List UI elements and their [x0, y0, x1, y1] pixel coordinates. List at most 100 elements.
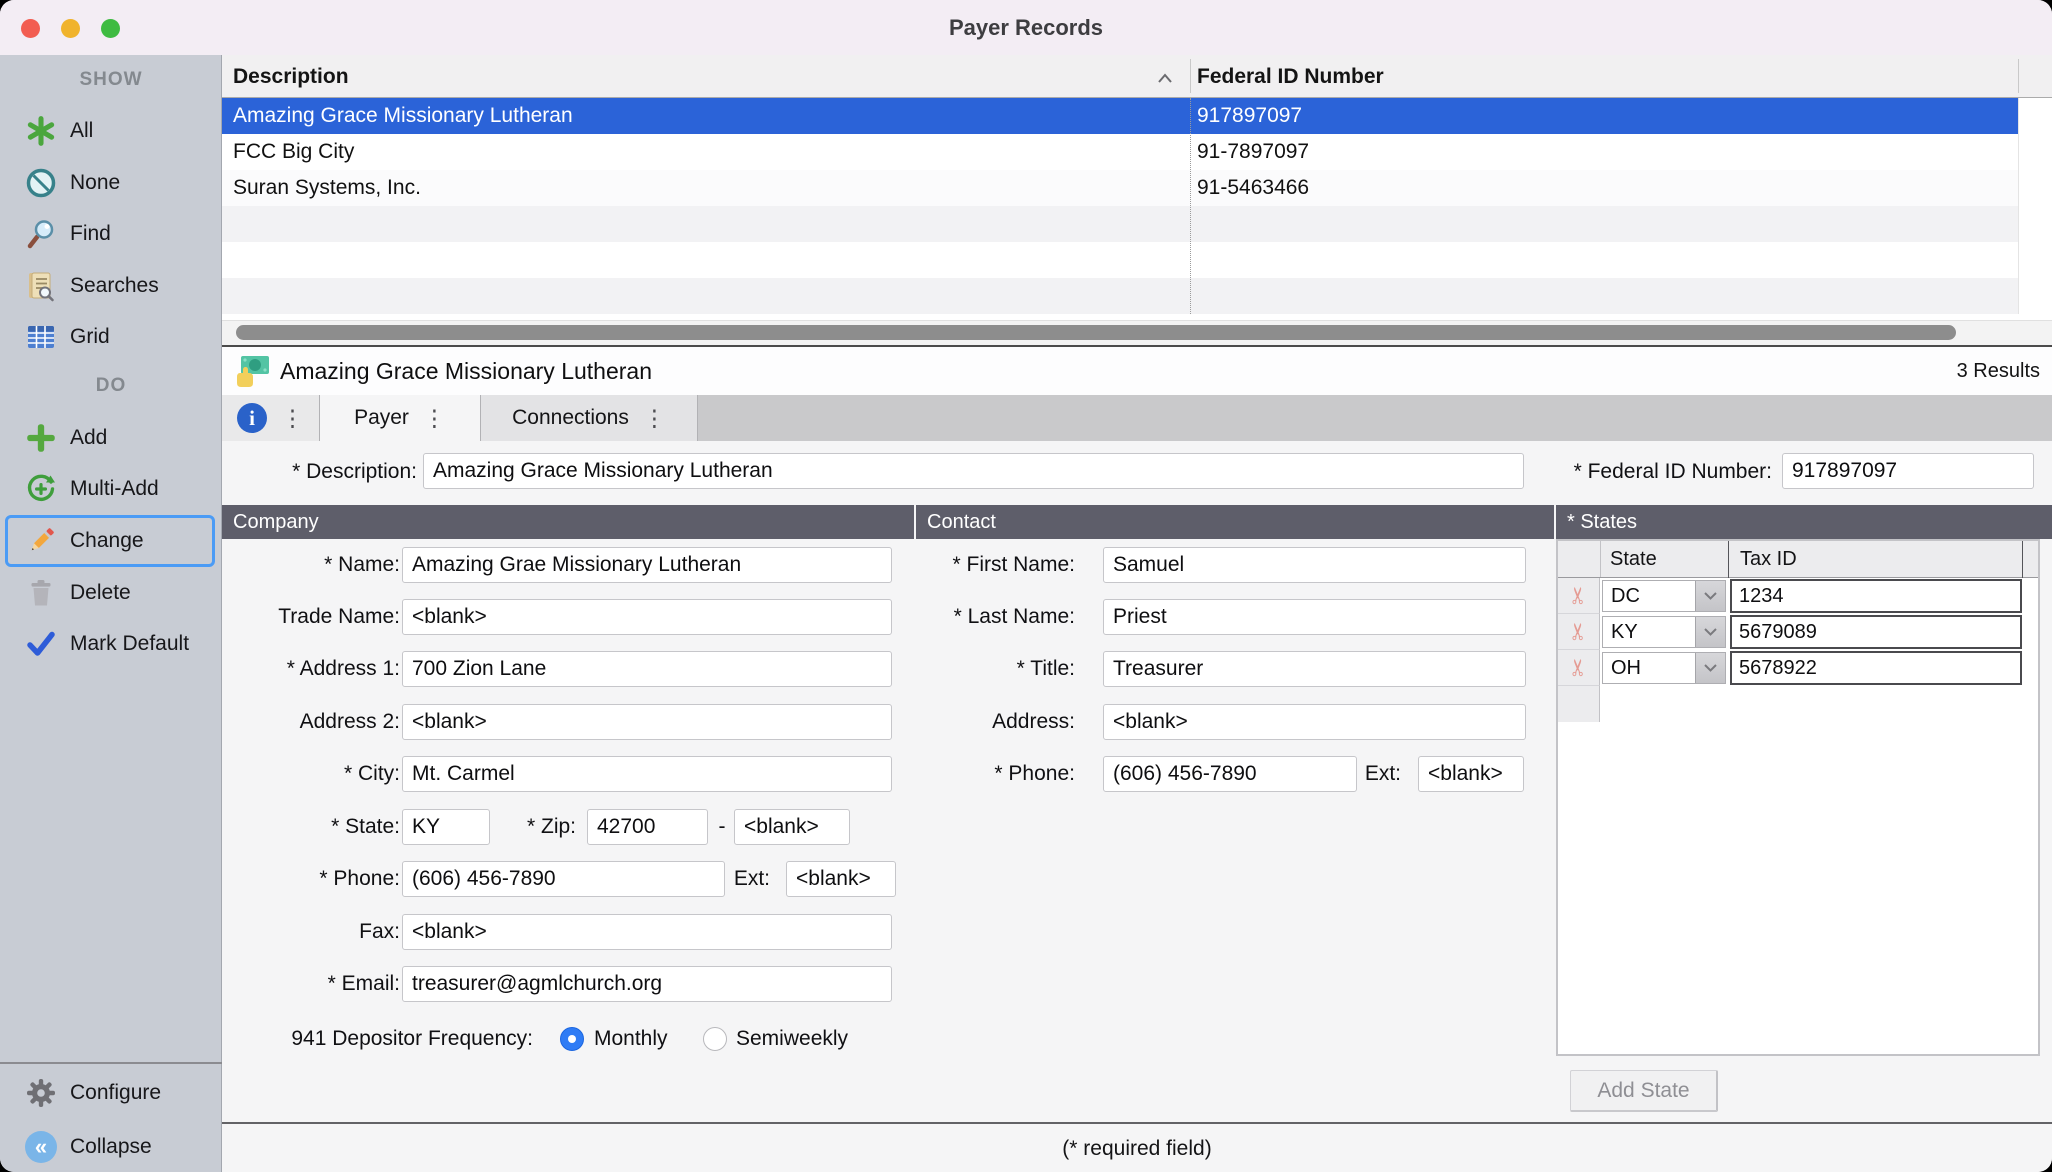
section-title: * States [1567, 511, 1637, 533]
zip-input[interactable] [587, 809, 708, 845]
tab-label: Payer [354, 406, 409, 430]
state-input[interactable] [402, 809, 490, 845]
column-header-description[interactable]: Description [233, 55, 349, 98]
tax-id-input[interactable] [1730, 615, 2022, 649]
state-select[interactable]: OH [1602, 652, 1726, 684]
sidebar-item-delete[interactable]: Delete [0, 574, 222, 612]
address2-input[interactable] [402, 704, 892, 740]
add-state-button[interactable]: Add State [1570, 1070, 1718, 1112]
column-divider[interactable] [1190, 59, 1191, 93]
sidebar-item-label: Mark Default [70, 632, 189, 656]
table-row[interactable]: FCC Big City 91-7897097 [222, 134, 2018, 170]
sidebar-item-none[interactable]: None [0, 164, 222, 202]
state-row: ✂ DC [1558, 578, 2038, 614]
tab-info[interactable]: i ⋮ [222, 395, 320, 441]
table-row-empty [222, 278, 2018, 314]
checkmark-icon [22, 625, 60, 663]
last-name-input[interactable] [1103, 599, 1526, 635]
remove-state-cell[interactable]: ✂ [1558, 650, 1600, 686]
sidebar-item-label: Change [70, 529, 144, 553]
column-divider[interactable] [2018, 59, 2019, 93]
tax-id-input[interactable] [1730, 651, 2022, 685]
payer-record-icon [234, 353, 274, 396]
radio-semiweekly-label: Semiweekly [736, 1022, 848, 1056]
zip-separator: - [714, 810, 730, 844]
scrollbar-thumb[interactable] [236, 325, 1956, 340]
payer-records-table: Description Federal ID Number Amazing Gr… [222, 55, 2052, 345]
tab-connections[interactable]: Connections ⋮ [480, 395, 698, 441]
sidebar-section-show: SHOW [0, 69, 222, 91]
contact-address-input[interactable] [1103, 704, 1526, 740]
record-title: Amazing Grace Missionary Lutheran [280, 347, 652, 395]
sidebar-item-change[interactable]: Change [0, 522, 222, 560]
company-name-label: * Name: [222, 548, 400, 582]
info-icon: i [237, 403, 267, 433]
section-title: Company [233, 511, 319, 533]
scissors-icon: ✂ [1567, 586, 1590, 605]
tab-payer[interactable]: Payer ⋮ [320, 395, 480, 441]
sidebar: SHOW All None [0, 55, 222, 1172]
zip-plus4-input[interactable] [734, 809, 850, 845]
contact-phone-input[interactable] [1103, 756, 1357, 792]
tab-menu-dots-icon[interactable]: ⋮ [643, 407, 666, 430]
table-row-empty [222, 242, 2018, 278]
state-select[interactable]: DC [1602, 580, 1726, 612]
company-section-header: Company [222, 505, 914, 539]
city-input[interactable] [402, 756, 892, 792]
fax-label: Fax: [222, 915, 400, 949]
cell-federal-id: 91-7897097 [1197, 134, 1309, 170]
contact-ext-input[interactable] [1418, 756, 1524, 792]
app-window: Payer Records SHOW All [0, 0, 2052, 1172]
table-row[interactable]: Suran Systems, Inc. 91-5463466 [222, 170, 2018, 206]
main-content: Description Federal ID Number Amazing Gr… [222, 55, 2052, 1172]
tab-menu-dots-icon[interactable]: ⋮ [423, 407, 446, 430]
chevron-down-icon[interactable] [1695, 617, 1725, 647]
sidebar-item-multi-add[interactable]: Multi-Add [0, 470, 222, 508]
federal-id-input[interactable] [1782, 453, 2034, 489]
cell-description: Amazing Grace Missionary Lutheran [233, 98, 573, 134]
empty-action-cell [1558, 686, 1600, 722]
company-phone-input[interactable] [402, 861, 725, 897]
radio-monthly[interactable] [560, 1027, 584, 1051]
last-name-label: * Last Name: [882, 600, 1075, 634]
company-name-input[interactable] [402, 547, 892, 583]
sidebar-item-configure[interactable]: Configure [0, 1074, 222, 1112]
horizontal-scrollbar[interactable] [222, 320, 2052, 345]
title-bar: Payer Records [0, 0, 2052, 56]
sidebar-item-searches[interactable]: Searches [0, 267, 222, 305]
sidebar-item-label: Grid [70, 325, 110, 349]
remove-state-cell[interactable]: ✂ [1558, 614, 1600, 650]
description-input[interactable] [423, 453, 1524, 489]
table-row-selected[interactable]: Amazing Grace Missionary Lutheran 917897… [222, 98, 2018, 134]
sidebar-item-add[interactable]: Add [0, 419, 222, 457]
tax-id-input[interactable] [1730, 579, 2022, 613]
tab-label: Connections [512, 406, 629, 430]
title-input[interactable] [1103, 651, 1526, 687]
refresh-plus-icon [22, 470, 60, 508]
address1-input[interactable] [402, 651, 892, 687]
first-name-input[interactable] [1103, 547, 1526, 583]
chevron-down-icon[interactable] [1695, 581, 1725, 611]
states-table-header: State Tax ID [1558, 541, 2038, 578]
fax-input[interactable] [402, 914, 892, 950]
column-header-federal-id[interactable]: Federal ID Number [1197, 55, 1384, 98]
email-input[interactable] [402, 966, 892, 1002]
sidebar-item-grid[interactable]: Grid [0, 318, 222, 356]
sidebar-item-find[interactable]: Find [0, 215, 222, 253]
trade-name-input[interactable] [402, 599, 892, 635]
sidebar-item-collapse[interactable]: « Collapse [0, 1128, 222, 1166]
radio-semiweekly[interactable] [703, 1027, 727, 1051]
title-label: * Title: [882, 652, 1075, 686]
remove-state-cell[interactable]: ✂ [1558, 578, 1600, 614]
sidebar-item-label: Searches [70, 274, 159, 298]
gear-icon [22, 1074, 60, 1112]
contact-section-header: Contact [916, 505, 1554, 539]
company-ext-input[interactable] [786, 861, 896, 897]
sidebar-item-all[interactable]: All [0, 112, 222, 150]
tab-menu-dots-icon[interactable]: ⋮ [281, 407, 304, 430]
state-value: KY [1611, 617, 1638, 647]
sidebar-item-mark-default[interactable]: Mark Default [0, 625, 222, 663]
chevron-down-icon[interactable] [1695, 653, 1725, 683]
state-select[interactable]: KY [1602, 616, 1726, 648]
address2-label: Address 2: [222, 705, 400, 739]
